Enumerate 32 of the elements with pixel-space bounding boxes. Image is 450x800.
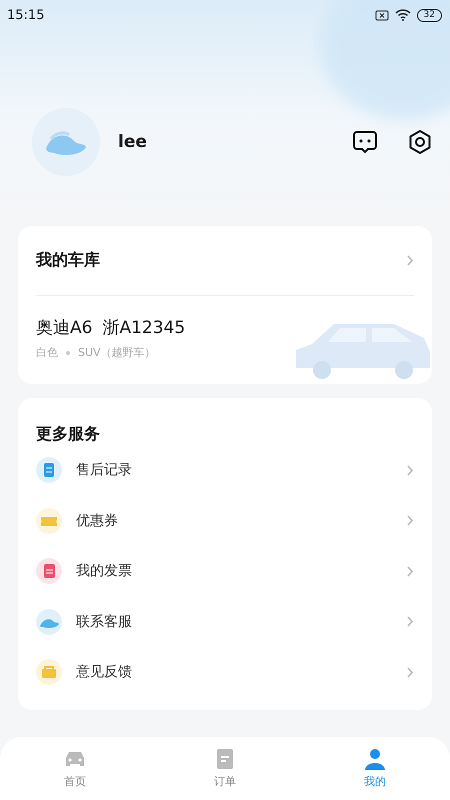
tab[interactable]: 首页 xyxy=(0,737,150,800)
status-time: 15:15 xyxy=(7,8,44,22)
chevron-icon xyxy=(407,616,414,628)
tab[interactable]: 订单 xyxy=(150,737,300,800)
service-item[interactable]: 联系客服 xyxy=(36,596,414,647)
sim-off-icon xyxy=(374,10,389,20)
message-icon[interactable] xyxy=(352,129,378,155)
receipt-icon xyxy=(36,558,62,584)
garage-title: 我的车库 xyxy=(36,250,100,271)
settings-icon[interactable] xyxy=(408,129,432,155)
battery-level: 32 xyxy=(416,8,442,22)
license-plate: 浙A12345 xyxy=(102,317,186,339)
service-item[interactable]: 我的发票 xyxy=(36,546,414,596)
ticket-icon xyxy=(36,508,62,534)
car-color: 白色 xyxy=(36,345,58,360)
chevron-icon xyxy=(407,666,414,678)
wifi-icon xyxy=(394,9,411,21)
car-type: SUV（越野车） xyxy=(78,345,156,360)
service-item[interactable]: 售后记录 xyxy=(36,445,414,496)
document-icon xyxy=(36,457,62,484)
chevron-icon xyxy=(407,515,414,526)
services-title: 更多服务 xyxy=(36,424,101,445)
service-item[interactable]: 意见反馈 xyxy=(36,647,414,698)
user-name: lee xyxy=(118,132,148,152)
garage-card[interactable]: 我的车库 奥迪A6 浙A12345 白色 SUV（越野车） xyxy=(18,226,432,384)
briefcase-icon xyxy=(36,659,62,686)
service-item[interactable]: 优惠券 xyxy=(36,496,414,546)
chevron-icon xyxy=(407,255,414,266)
cloud-icon xyxy=(36,608,62,635)
car-model: 奥迪A6 xyxy=(36,317,92,339)
chevron-icon xyxy=(407,566,414,577)
chevron-icon xyxy=(407,464,414,476)
